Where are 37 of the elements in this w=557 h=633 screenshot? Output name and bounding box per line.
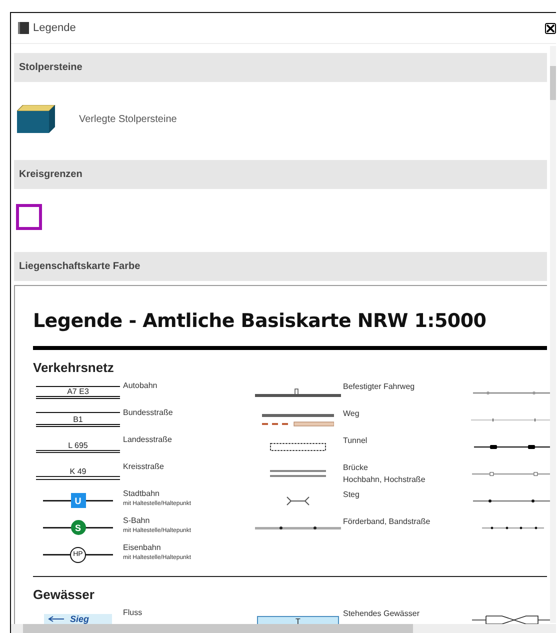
legend-label: S-Bahn bbox=[123, 516, 151, 525]
section-header[interactable]: Kreisgrenzen bbox=[14, 160, 547, 189]
group-heading: Verkehrsnetz bbox=[33, 360, 115, 375]
legend-label: Eisenbahn bbox=[123, 543, 162, 552]
legend-label: Befestigter Fahrweg bbox=[343, 381, 416, 393]
vertical-scrollbar[interactable] bbox=[550, 46, 556, 623]
station-badge: U bbox=[70, 493, 86, 508]
legend-label: Fluss bbox=[123, 608, 144, 617]
legend-label: Förderband, Bandstraße bbox=[343, 516, 432, 528]
legend-label: Hochbahn, Hochstraße bbox=[343, 474, 426, 486]
legend-label: Stadtbahn bbox=[123, 489, 160, 498]
legend-label: Brücke bbox=[343, 462, 369, 474]
window-title: Legende bbox=[33, 22, 77, 34]
legend-label: Steg bbox=[343, 489, 360, 501]
station-badge: S bbox=[70, 520, 86, 535]
book-icon bbox=[18, 22, 29, 34]
close-button[interactable] bbox=[545, 22, 556, 34]
legend-label: Weg bbox=[343, 408, 360, 420]
legend-label: Kreisstraße bbox=[123, 462, 165, 471]
legend-label: Landesstraße bbox=[123, 435, 173, 444]
legend-label: Stehendes Gewässer bbox=[343, 608, 420, 620]
legend-label: Tunnel bbox=[343, 435, 368, 447]
section-header[interactable]: Liegenschaftskarte Farbe bbox=[14, 252, 547, 281]
group-heading: Gewässer bbox=[33, 587, 96, 602]
legend-label: Verlegte Stolpersteine bbox=[79, 114, 177, 124]
document-title: Legende - Amtliche Basiskarte NRW 1:5000 bbox=[33, 310, 488, 332]
legend-label: Bundesstraße bbox=[123, 408, 174, 417]
section-header[interactable]: Stolpersteine bbox=[14, 53, 547, 82]
legend-label: Autobahn bbox=[123, 381, 158, 390]
tunnel-symbol bbox=[270, 442, 326, 450]
river-name: Sieg bbox=[70, 614, 90, 624]
footbridge-symbol bbox=[286, 496, 310, 506]
line-symbol bbox=[482, 524, 544, 530]
bridge-symbol bbox=[270, 470, 326, 478]
horizontal-scrollbar[interactable] bbox=[11, 624, 556, 633]
path-symbol bbox=[262, 412, 334, 426]
arrow-icon bbox=[48, 616, 64, 622]
